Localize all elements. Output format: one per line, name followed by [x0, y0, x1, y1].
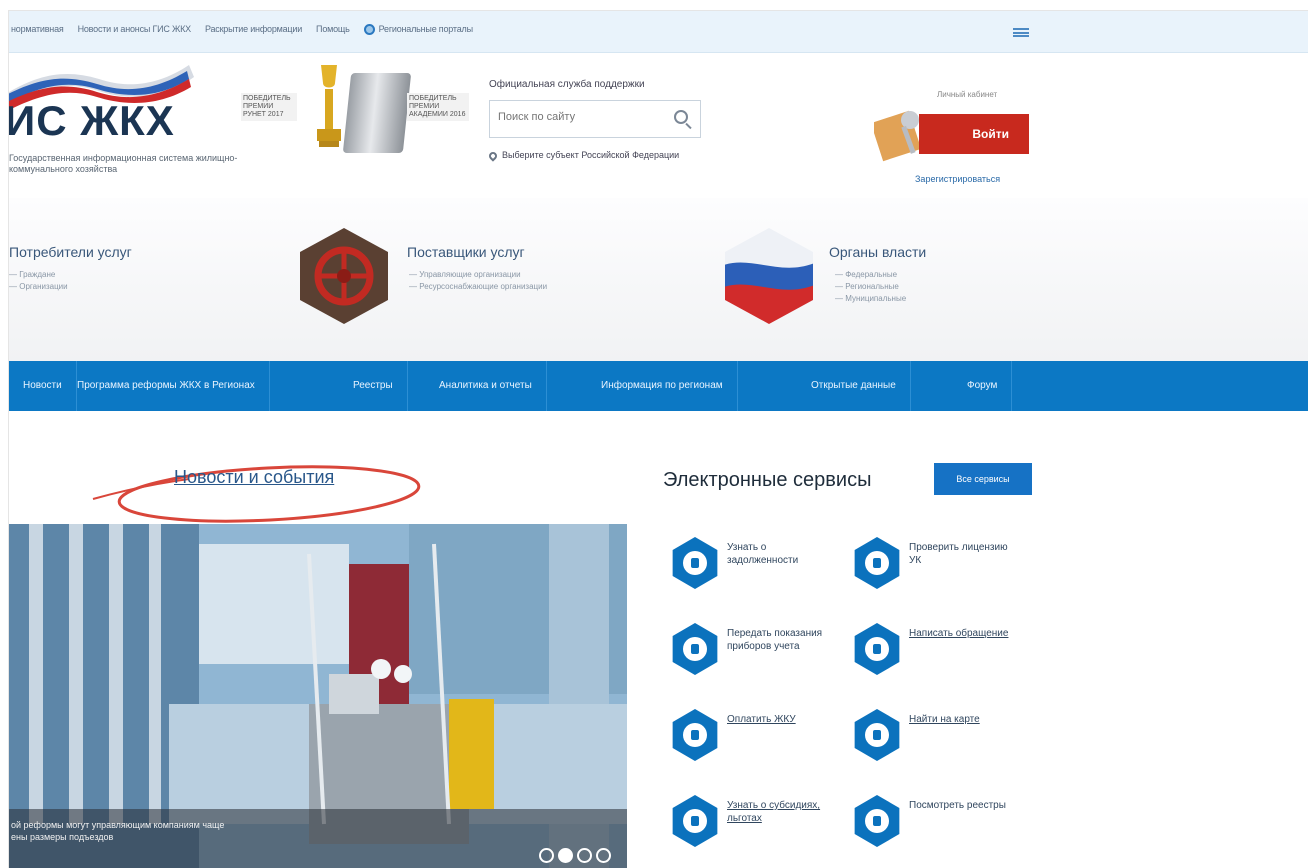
slider-dot-3[interactable]	[577, 848, 592, 863]
role-title-consumers[interactable]: Потребители услуг	[9, 244, 132, 260]
service-meter[interactable]: Передать показания приборов учета	[669, 617, 839, 681]
role-desc-authorities-3: — Муниципальные	[835, 294, 907, 303]
news-slider[interactable]: ой реформы могут управляющим компаниям ч…	[9, 524, 627, 868]
service-appeal-label: Написать обращение	[909, 628, 1009, 639]
login-button[interactable]: Войти	[919, 114, 1029, 154]
slider-dot-2[interactable]	[558, 848, 573, 863]
search-input[interactable]	[498, 111, 668, 123]
services-heading: Электронные сервисы	[663, 469, 872, 491]
service-license[interactable]: Проверить лицензию УК	[851, 531, 1021, 595]
news-caption-line-1: ой реформы могут управляющим компаниям ч…	[11, 820, 225, 830]
nav-item-analytics[interactable]: Аналитика и отчеты	[425, 361, 547, 411]
valve-wheel-image	[300, 228, 388, 324]
page-frame: нормативная Новости и анонсы ГИС ЖКХ Рас…	[8, 10, 1308, 868]
region-link-label: Региональные порталы	[378, 24, 473, 34]
role-title-authorities[interactable]: Органы власти	[829, 244, 926, 260]
top-link-1[interactable]: нормативная	[11, 24, 64, 35]
role-desc-consumers-1: — Граждане	[9, 270, 56, 279]
location-pin-icon	[487, 149, 499, 162]
service-debt-label: Узнать о задолженности	[727, 542, 799, 566]
service-meter-label: Передать показания приборов учета	[727, 628, 823, 652]
slider-dot-4[interactable]	[596, 848, 611, 863]
user-roles-section: Потребители услуг — Граждане — Организац…	[9, 198, 1308, 361]
trophy-icon	[317, 65, 341, 147]
slider-dots	[539, 848, 611, 863]
service-registry[interactable]: Посмотреть реестры	[851, 789, 1021, 853]
top-link-4[interactable]: Помощь	[316, 24, 350, 35]
service-map[interactable]: Найти на карте	[851, 703, 1021, 767]
news-caption-line-2: ены размеры подъездов	[11, 832, 114, 842]
nav-item-regions[interactable]: Информация по регионам	[587, 361, 738, 411]
service-pay-label: Оплатить ЖКУ	[727, 714, 796, 725]
main-nav: Новости Программа реформы ЖКХ в Регионах…	[9, 361, 1308, 411]
news-title-link[interactable]: Новости и события	[174, 467, 334, 488]
role-desc-authorities-1: — Федеральные	[835, 270, 898, 279]
service-map-label: Найти на карте	[909, 714, 980, 725]
nav-item-forum[interactable]: Форум	[953, 361, 1013, 411]
nav-item-reform[interactable]: Программа реформы ЖКХ в Регионах	[63, 361, 270, 411]
service-subsidy[interactable]: Узнать о субсидиях, льготах	[669, 789, 839, 853]
service-debt[interactable]: Узнать о задолженности	[669, 531, 839, 595]
service-subsidy-label: Узнать о субсидиях, льготах	[727, 800, 821, 824]
subsidy-icon	[672, 795, 718, 847]
role-desc-authorities-2: — Региональные	[835, 282, 899, 291]
top-link-3[interactable]: Раскрытие информации	[205, 24, 302, 35]
news-caption: ой реформы могут управляющим компаниям ч…	[9, 809, 627, 868]
role-desc-consumers-2: — Организации	[9, 282, 68, 291]
award-label-2: ПОБЕДИТЕЛЬ ПРЕМИИ АКАДЕМИИ 2016	[407, 93, 469, 121]
role-title-providers[interactable]: Поставщики услуг	[407, 244, 525, 260]
award-statue	[342, 73, 412, 153]
service-pay[interactable]: Оплатить ЖКУ	[669, 703, 839, 767]
top-links: нормативная Новости и анонсы ГИС ЖКХ Рас…	[11, 24, 473, 36]
chat-icon	[854, 623, 900, 675]
payment-icon	[672, 709, 718, 761]
site-tagline: Государственная информационная система ж…	[9, 153, 238, 174]
role-desc-providers-2: — Ресурсоснабжающие организации	[409, 282, 548, 291]
service-appeal[interactable]: Написать обращение	[851, 617, 1021, 681]
award-label-1: ПОБЕДИТЕЛЬ ПРЕМИИ РУНЕТ 2017	[241, 93, 297, 121]
license-icon	[854, 537, 900, 589]
browser-viewport: нормативная Новости и анонсы ГИС ЖКХ Рас…	[0, 0, 1308, 868]
globe-icon	[363, 24, 375, 36]
top-link-2[interactable]: Новости и анонсы ГИС ЖКХ	[78, 24, 192, 35]
region-selector[interactable]: Выберите субъект Российской Федерации	[487, 149, 680, 162]
service-license-label: Проверить лицензию УК	[909, 542, 1008, 566]
region-link[interactable]: Региональные порталы	[363, 24, 473, 36]
debt-icon	[672, 537, 718, 589]
nav-item-registries[interactable]: Реестры	[339, 361, 408, 411]
register-link[interactable]: Зарегистрироваться	[915, 174, 1000, 184]
header: ИС ЖКХ Государственная информационная си…	[9, 53, 1308, 198]
region-selector-label: Выберите субъект Российской Федерации	[502, 150, 680, 160]
top-bar: нормативная Новости и анонсы ГИС ЖКХ Рас…	[9, 11, 1308, 53]
role-desc-providers-1: — Управляющие организации	[409, 270, 521, 279]
nav-item-open-data[interactable]: Открытые данные	[797, 361, 911, 411]
search-icon[interactable]	[674, 110, 688, 124]
meter-icon	[672, 623, 718, 675]
official-support-link[interactable]: Официальная служба поддержки	[489, 79, 645, 90]
menu-icon[interactable]	[1013, 28, 1029, 37]
map-pin-icon	[854, 709, 900, 761]
service-registry-label: Посмотреть реестры	[909, 800, 1006, 811]
registry-icon	[854, 795, 900, 847]
personal-cabinet-label: Личный кабинет	[937, 90, 998, 99]
russian-flag-image	[725, 228, 813, 324]
site-logo[interactable]: ИС ЖКХ	[9, 97, 175, 145]
search-box[interactable]	[489, 100, 701, 138]
slider-dot-1[interactable]	[539, 848, 554, 863]
all-services-button[interactable]: Все сервисы	[934, 463, 1032, 495]
